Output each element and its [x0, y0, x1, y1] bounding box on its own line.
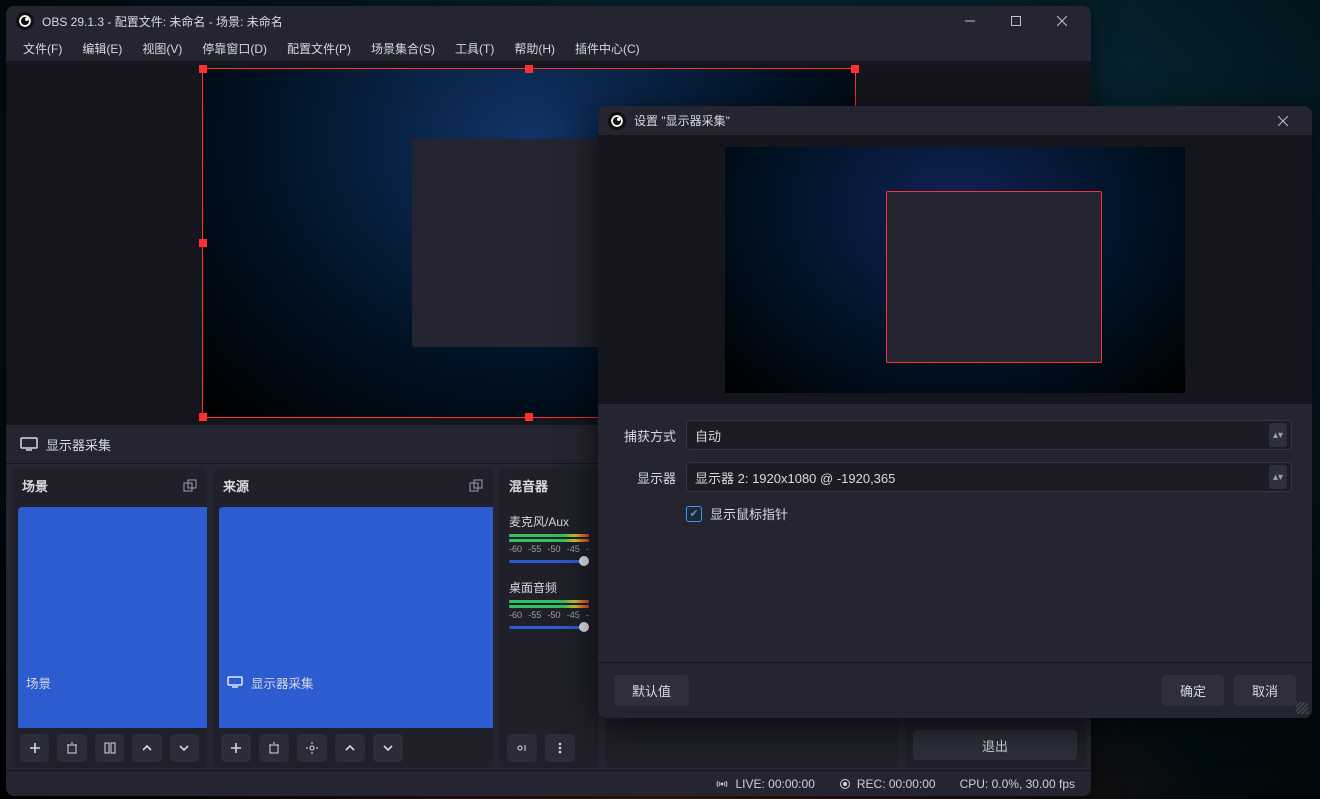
menu-profiles[interactable]: 配置文件(P)	[278, 37, 360, 60]
obs-logo-icon	[608, 112, 626, 130]
checkbox-checked-icon: ✔	[686, 506, 702, 522]
volume-slider[interactable]	[509, 626, 589, 629]
selected-source-name: 显示器采集	[46, 435, 111, 454]
status-live: LIVE: 00:00:00	[715, 777, 814, 791]
show-cursor-checkbox[interactable]: ✔ 显示鼠标指针	[686, 504, 1292, 523]
add-source-button[interactable]	[221, 734, 251, 762]
scenes-title: 场景	[22, 476, 48, 495]
dialog-buttonbar: 默认值 确定 取消	[598, 662, 1312, 718]
maximize-button[interactable]	[993, 6, 1039, 36]
chevron-updown-icon: ▴▾	[1269, 465, 1287, 489]
monitor-icon	[227, 676, 243, 688]
source-name: 显示器采集	[251, 673, 314, 692]
obs-logo-icon	[16, 12, 34, 30]
dialog-form: 捕获方式 自动 ▴▾ 显示器 显示器 2: 1920x1080 @ -1920,…	[598, 404, 1312, 662]
source-up-button[interactable]	[335, 734, 365, 762]
volume-slider[interactable]	[509, 560, 589, 563]
main-titlebar[interactable]: OBS 29.1.3 - 配置文件: 未命名 - 场景: 未命名	[6, 6, 1091, 36]
broadcast-icon	[715, 777, 729, 791]
menubar: 文件(F) 编辑(E) 视图(V) 停靠窗口(D) 配置文件(P) 场景集合(S…	[6, 36, 1091, 62]
minimize-button[interactable]	[947, 6, 993, 36]
cancel-button[interactable]: 取消	[1234, 675, 1296, 706]
remove-scene-button[interactable]	[57, 734, 86, 762]
source-down-button[interactable]	[373, 734, 403, 762]
source-row[interactable]: 显示器采集	[219, 507, 493, 728]
sources-title: 来源	[223, 476, 249, 495]
exit-button[interactable]: 退出	[913, 730, 1077, 760]
add-scene-button[interactable]	[20, 734, 49, 762]
selected-source: 显示器采集	[20, 435, 111, 454]
capture-mode-label: 捕获方式	[618, 426, 676, 445]
mixer-menu-button[interactable]	[545, 734, 575, 762]
main-title: OBS 29.1.3 - 配置文件: 未命名 - 场景: 未命名	[42, 13, 283, 30]
undock-icon[interactable]	[469, 479, 483, 493]
monitor-icon	[20, 437, 38, 451]
menu-tools[interactable]: 工具(T)	[446, 37, 503, 60]
status-rec: REC: 00:00:00	[839, 777, 936, 791]
remove-source-button[interactable]	[259, 734, 289, 762]
source-properties-button[interactable]	[297, 734, 327, 762]
scenes-panel: 场景 场景	[12, 468, 207, 768]
mixer-title: 混音器	[509, 476, 548, 495]
record-icon	[839, 778, 851, 790]
audio-mixer-panel: 混音器 麦克风/Aux -60-55 -50-45 - 桌面音频	[499, 468, 599, 768]
defaults-button[interactable]: 默认值	[614, 675, 689, 706]
status-bar: LIVE: 00:00:00 REC: 00:00:00 CPU: 0.0%, …	[6, 770, 1091, 796]
close-button[interactable]	[1039, 6, 1085, 36]
mixer-settings-button[interactable]	[507, 734, 537, 762]
dialog-close-button[interactable]	[1260, 106, 1306, 136]
audio-meter	[509, 534, 589, 537]
dialog-preview	[598, 136, 1312, 404]
scene-name: 场景	[26, 673, 51, 692]
sources-panel: 来源 显示器采集	[213, 468, 493, 768]
menu-plugin-center[interactable]: 插件中心(C)	[566, 37, 649, 60]
display-label: 显示器	[618, 468, 676, 487]
scene-filters-button[interactable]	[95, 734, 124, 762]
dialog-title: 设置 "显示器采集"	[634, 112, 730, 129]
scene-up-button[interactable]	[132, 734, 161, 762]
dialog-titlebar[interactable]: 设置 "显示器采集"	[598, 106, 1312, 136]
ok-button[interactable]: 确定	[1162, 675, 1224, 706]
undock-icon[interactable]	[183, 479, 197, 493]
scene-down-button[interactable]	[170, 734, 199, 762]
display-select[interactable]: 显示器 2: 1920x1080 @ -1920,365 ▴▾	[686, 462, 1292, 492]
chevron-updown-icon: ▴▾	[1269, 423, 1287, 447]
mixer-channel: 桌面音频 -60-55 -50-45 -	[505, 573, 593, 639]
menu-help[interactable]: 帮助(H)	[505, 37, 564, 60]
menu-file[interactable]: 文件(F)	[14, 37, 71, 60]
scene-row[interactable]: 场景	[18, 507, 207, 728]
menu-view[interactable]: 视图(V)	[133, 37, 191, 60]
menu-edit[interactable]: 编辑(E)	[73, 37, 131, 60]
resize-grip[interactable]	[1296, 702, 1308, 714]
menu-scene-coll[interactable]: 场景集合(S)	[362, 37, 444, 60]
menu-docks[interactable]: 停靠窗口(D)	[193, 37, 276, 60]
mixer-channel: 麦克风/Aux -60-55 -50-45 -	[505, 507, 593, 573]
status-cpu: CPU: 0.0%, 30.00 fps	[960, 777, 1075, 791]
capture-mode-select[interactable]: 自动 ▴▾	[686, 420, 1292, 450]
properties-dialog: 设置 "显示器采集" 捕获方式 自动 ▴▾ 显示器 显示器 2: 1920x10…	[598, 106, 1312, 718]
